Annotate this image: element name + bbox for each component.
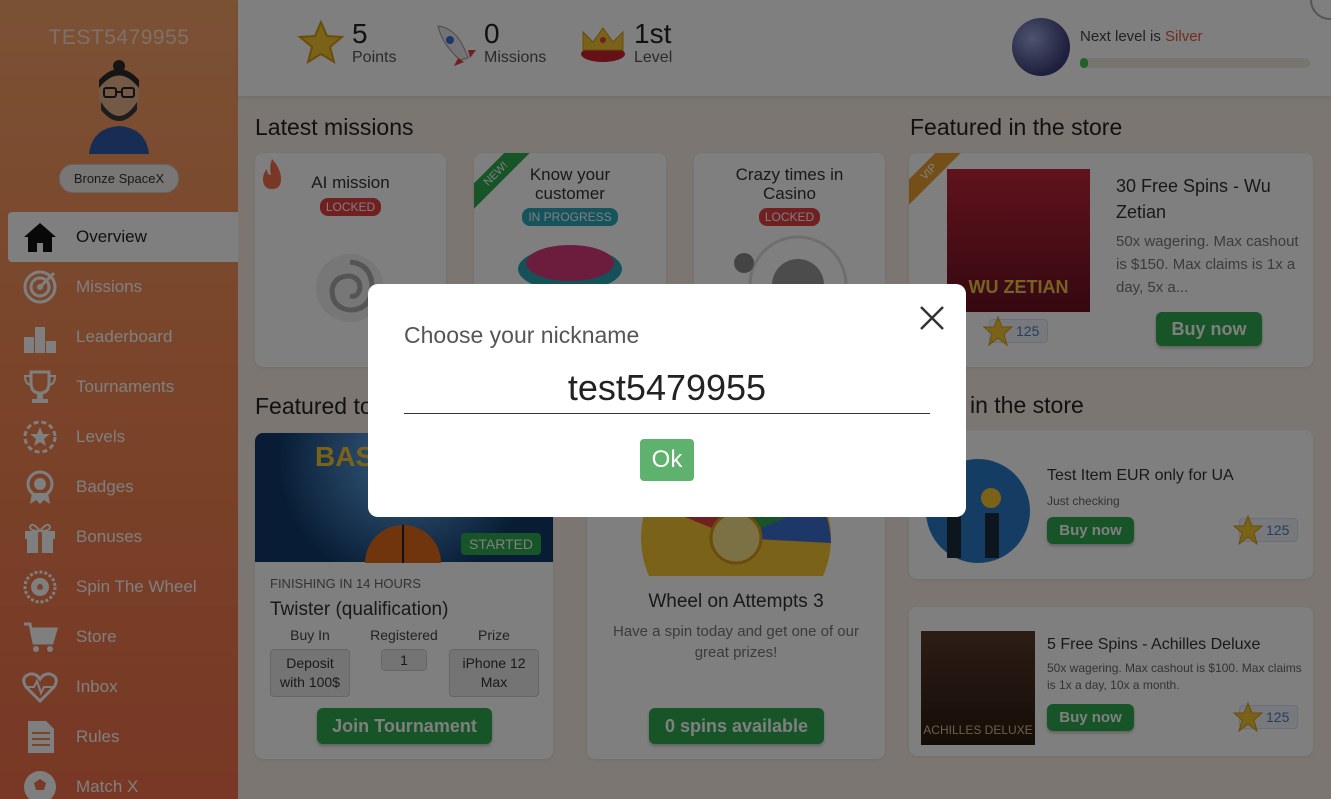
nickname-input[interactable] <box>404 362 930 414</box>
modal-title: Choose your nickname <box>404 322 640 348</box>
nickname-modal: Choose your nickname Ok <box>368 284 966 517</box>
ok-button[interactable]: Ok <box>640 439 694 481</box>
close-icon[interactable] <box>918 304 946 332</box>
